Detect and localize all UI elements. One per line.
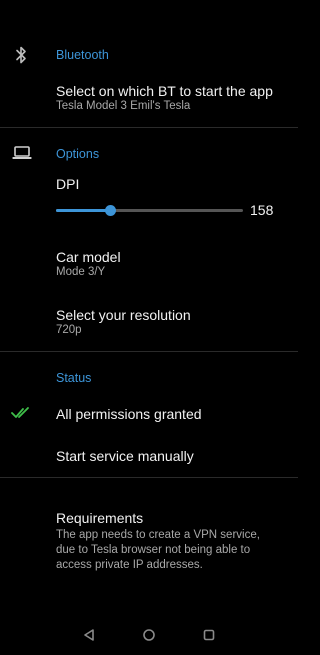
divider	[0, 351, 298, 352]
dpi-value: 158	[250, 202, 274, 218]
resolution-item[interactable]: Select your resolution 720p	[0, 300, 298, 346]
start-service-label: Start service manually	[56, 448, 194, 464]
double-check-icon	[11, 406, 33, 420]
dpi-slider[interactable]	[56, 205, 243, 216]
start-service-button[interactable]: Start service manually	[0, 440, 298, 472]
select-bt-title: Select on which BT to start the app	[56, 83, 273, 99]
dpi-slider-fill	[56, 209, 111, 212]
options-section-title: Options	[56, 147, 100, 161]
dpi-label: DPI	[56, 176, 80, 192]
divider	[0, 127, 298, 128]
navigation-bar	[0, 615, 298, 655]
requirements-title: Requirements	[56, 510, 144, 526]
car-model-title: Car model	[56, 249, 121, 265]
back-triangle-icon[interactable]	[79, 625, 99, 645]
recents-square-icon[interactable]	[199, 625, 219, 645]
bluetooth-icon	[14, 46, 28, 64]
car-model-item[interactable]: Car model Mode 3/Y	[0, 242, 298, 288]
home-circle-icon[interactable]	[139, 625, 159, 645]
laptop-icon	[12, 145, 32, 161]
resolution-title: Select your resolution	[56, 307, 191, 323]
requirements-body: The app needs to create a VPN service, d…	[56, 529, 260, 571]
select-bt-value: Tesla Model 3 Emil's Tesla	[56, 100, 191, 112]
dpi-slider-thumb[interactable]	[105, 205, 117, 216]
divider	[0, 477, 298, 478]
permissions-status: All permissions granted	[56, 406, 202, 422]
bluetooth-section-title: Bluetooth	[56, 48, 109, 62]
car-model-value: Mode 3/Y	[56, 266, 106, 278]
select-bt-item[interactable]: Select on which BT to start the app Tesl…	[0, 76, 298, 122]
resolution-value: 720p	[56, 324, 82, 336]
status-section-title: Status	[56, 371, 92, 385]
